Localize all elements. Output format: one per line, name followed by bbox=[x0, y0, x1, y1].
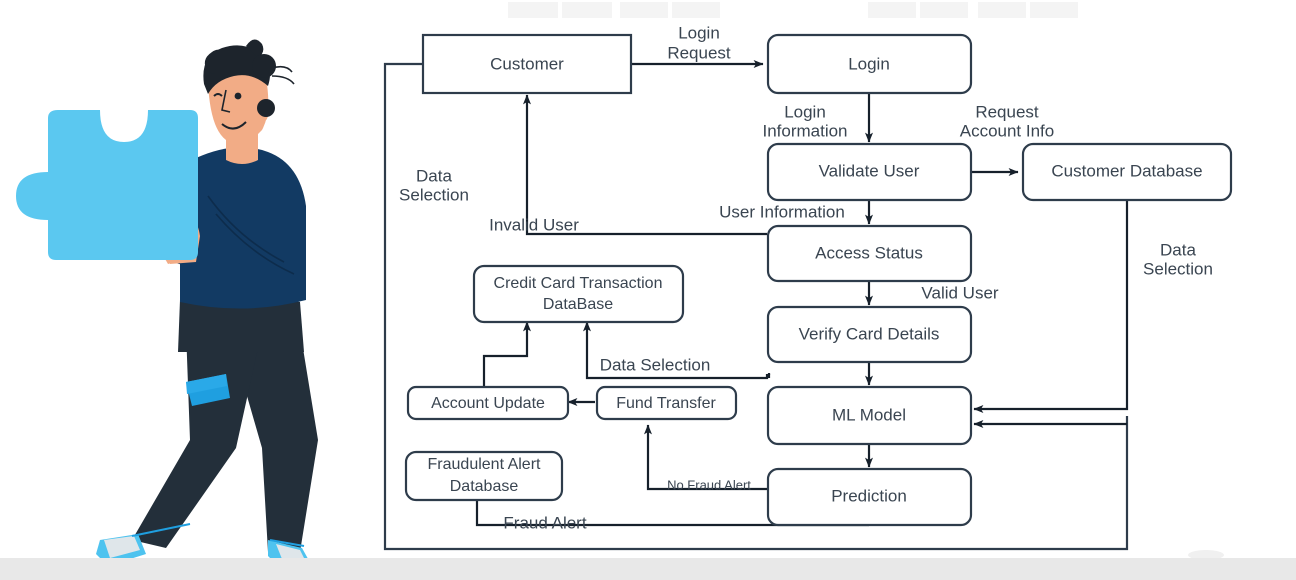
page-footer-band bbox=[0, 558, 1296, 580]
edge-label-data-selection-left-line1: Data bbox=[416, 166, 452, 185]
edge-label-request-account-info-line2: Account Info bbox=[960, 121, 1055, 140]
edge-label-invalid-user: Invalid User bbox=[489, 215, 579, 234]
edge-label-no-fraud-alert: No Fraud Alert bbox=[667, 477, 751, 492]
edge-label-login-request-line1: Login bbox=[678, 23, 720, 42]
edge-label-login-information-line2: Information bbox=[762, 121, 847, 140]
edge-label-login-request-line2: Request bbox=[667, 43, 731, 62]
node-prediction-label: Prediction bbox=[831, 486, 907, 505]
edge-label-request-account-info-line1: Request bbox=[975, 102, 1039, 121]
node-fraudulent-alert-database-label-line2: Database bbox=[450, 478, 519, 495]
node-account-update-label: Account Update bbox=[431, 395, 545, 412]
edge-label-data-selection-right-line2: Selection bbox=[1143, 259, 1213, 278]
edge-label-valid-user: Valid User bbox=[921, 283, 998, 302]
node-ml-model-label: ML Model bbox=[832, 405, 906, 424]
edge-label-fraud-alert: Fraud Alert bbox=[503, 513, 586, 532]
flow-diagram: Customer Login Validate User Customer Da… bbox=[383, 23, 1233, 551]
node-credit-card-transaction-database-label-line2: DataBase bbox=[543, 296, 613, 313]
node-login-label: Login bbox=[848, 54, 890, 73]
edge-label-login-information-line1: Login bbox=[784, 102, 826, 121]
node-verify-card-details-label: Verify Card Details bbox=[799, 324, 940, 343]
node-customer-database-label: Customer Database bbox=[1051, 161, 1202, 180]
edge-label-data-selection-middle: Data Selection bbox=[600, 355, 711, 374]
screenshot-canvas: Customer Login Validate User Customer Da… bbox=[0, 0, 1296, 580]
edge-customer-database-to-ml-model bbox=[973, 196, 1129, 413]
node-validate-user-label: Validate User bbox=[819, 161, 920, 180]
edge-label-data-selection-right-line1: Data bbox=[1160, 240, 1196, 259]
node-credit-card-transaction-database-label-line1: Credit Card Transaction bbox=[494, 275, 663, 292]
node-fund-transfer-label: Fund Transfer bbox=[616, 395, 716, 412]
edge-label-user-information: User Information bbox=[719, 202, 845, 221]
node-customer-label: Customer bbox=[490, 54, 564, 73]
node-fraudulent-alert-database-label-line1: Fraudulent Alert bbox=[428, 456, 542, 473]
node-access-status-label: Access Status bbox=[815, 243, 923, 262]
edge-label-data-selection-left-line2: Selection bbox=[399, 185, 469, 204]
edge-account-update-to-credit-card-db bbox=[482, 321, 531, 386]
